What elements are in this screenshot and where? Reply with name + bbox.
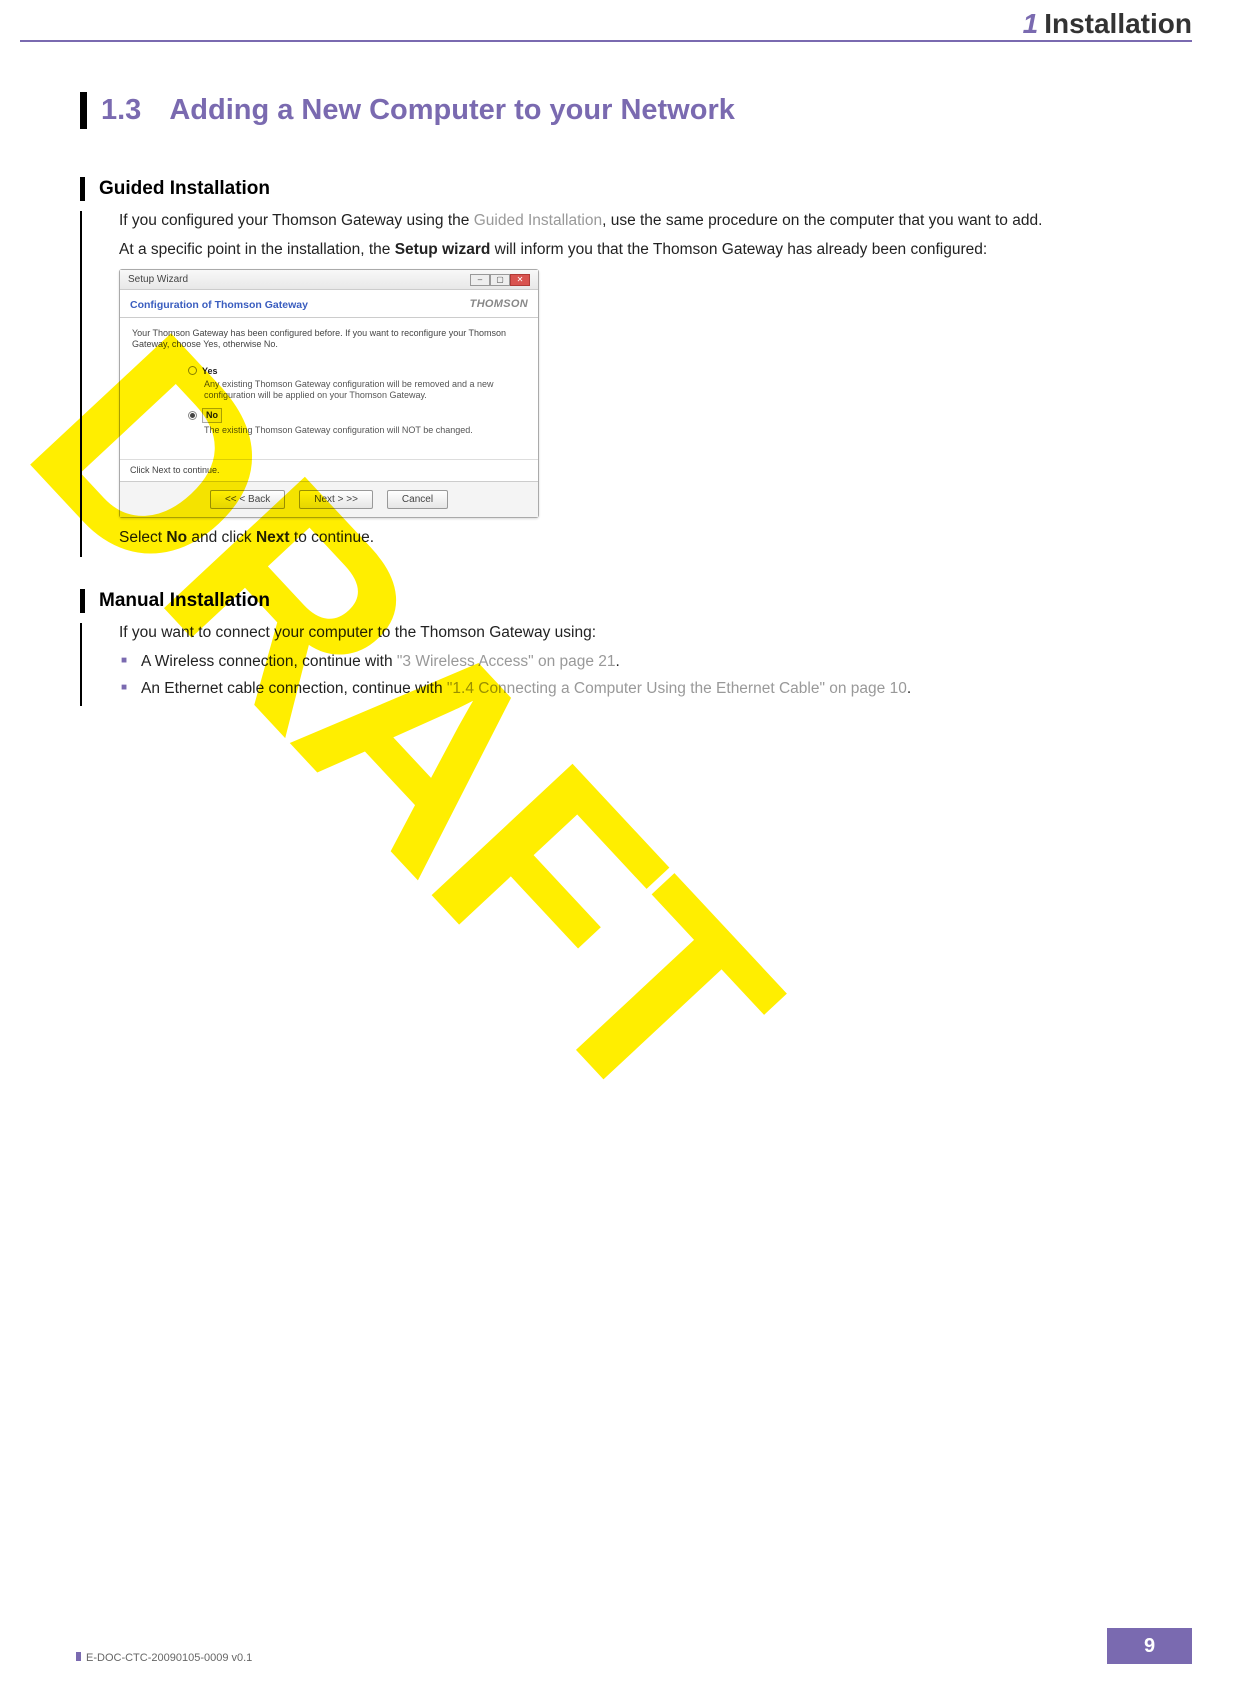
wizard-header-text: Configuration of Thomson Gateway xyxy=(130,298,308,312)
maximize-icon: ▢ xyxy=(490,274,510,286)
section-heading: 1.3 Adding a New Computer to your Network xyxy=(80,92,1140,129)
page-number: 9 xyxy=(1107,1628,1192,1664)
ethernet-link[interactable]: "1.4 Connecting a Computer Using the Eth… xyxy=(447,680,907,697)
guided-installation-section: Guided Installation If you configured yo… xyxy=(80,177,1140,557)
body-mark xyxy=(80,211,83,557)
radio-icon xyxy=(188,366,197,375)
manual-heading: Manual Installation xyxy=(99,589,270,613)
radio-selected-icon xyxy=(188,411,197,420)
manual-intro: If you want to connect your computer to … xyxy=(119,623,1140,644)
page-footer: E-DOC-CTC-20090105-0009 v0.1 9 xyxy=(86,1628,1192,1664)
close-icon: ✕ xyxy=(510,274,530,286)
wizard-intro-text: Your Thomson Gateway has been configured… xyxy=(132,328,526,351)
list-item: An Ethernet cable connection, continue w… xyxy=(119,679,1140,700)
minimize-icon: – xyxy=(470,274,490,286)
wizard-window-title: Setup Wizard xyxy=(128,273,188,287)
section-title: Adding a New Computer to your Network xyxy=(169,94,735,126)
subheading-mark xyxy=(80,177,85,201)
guided-heading: Guided Installation xyxy=(99,177,270,201)
manual-installation-section: Manual Installation If you want to conne… xyxy=(80,589,1140,706)
section-number: 1.3 xyxy=(101,94,141,126)
footer-mark xyxy=(76,1652,81,1661)
guided-para1: If you configured your Thomson Gateway u… xyxy=(119,211,1140,232)
wizard-option-yes: Yes Any existing Thomson Gateway configu… xyxy=(188,365,526,401)
heading-mark xyxy=(80,92,87,129)
guided-install-link[interactable]: Guided Installation xyxy=(474,212,602,229)
header-rule xyxy=(20,40,1192,42)
wizard-option-no: No The existing Thomson Gateway configur… xyxy=(188,408,526,435)
chapter-title: Installation xyxy=(1044,8,1192,39)
page-header: 1Installation xyxy=(20,0,1192,40)
wizard-hint: Click Next to continue. xyxy=(120,459,538,480)
wizard-back-button: << < Back xyxy=(210,490,285,510)
thomson-logo: THOMSON xyxy=(470,297,528,312)
subheading-mark xyxy=(80,589,85,613)
chapter-number: 1 xyxy=(1023,8,1039,39)
list-item: A Wireless connection, continue with "3 … xyxy=(119,652,1140,673)
body-mark xyxy=(80,623,83,706)
guided-para2: At a specific point in the installation,… xyxy=(119,240,1140,261)
wireless-access-link[interactable]: "3 Wireless Access" on page 21 xyxy=(397,653,616,670)
setup-wizard-screenshot: Setup Wizard – ▢ ✕ Configuration of Thom… xyxy=(119,269,539,518)
guided-after-image: Select No and click Next to continue. xyxy=(119,528,1140,549)
wizard-next-button: Next > >> xyxy=(299,490,373,510)
document-id: E-DOC-CTC-20090105-0009 v0.1 xyxy=(86,1652,252,1664)
wizard-cancel-button: Cancel xyxy=(387,490,448,510)
